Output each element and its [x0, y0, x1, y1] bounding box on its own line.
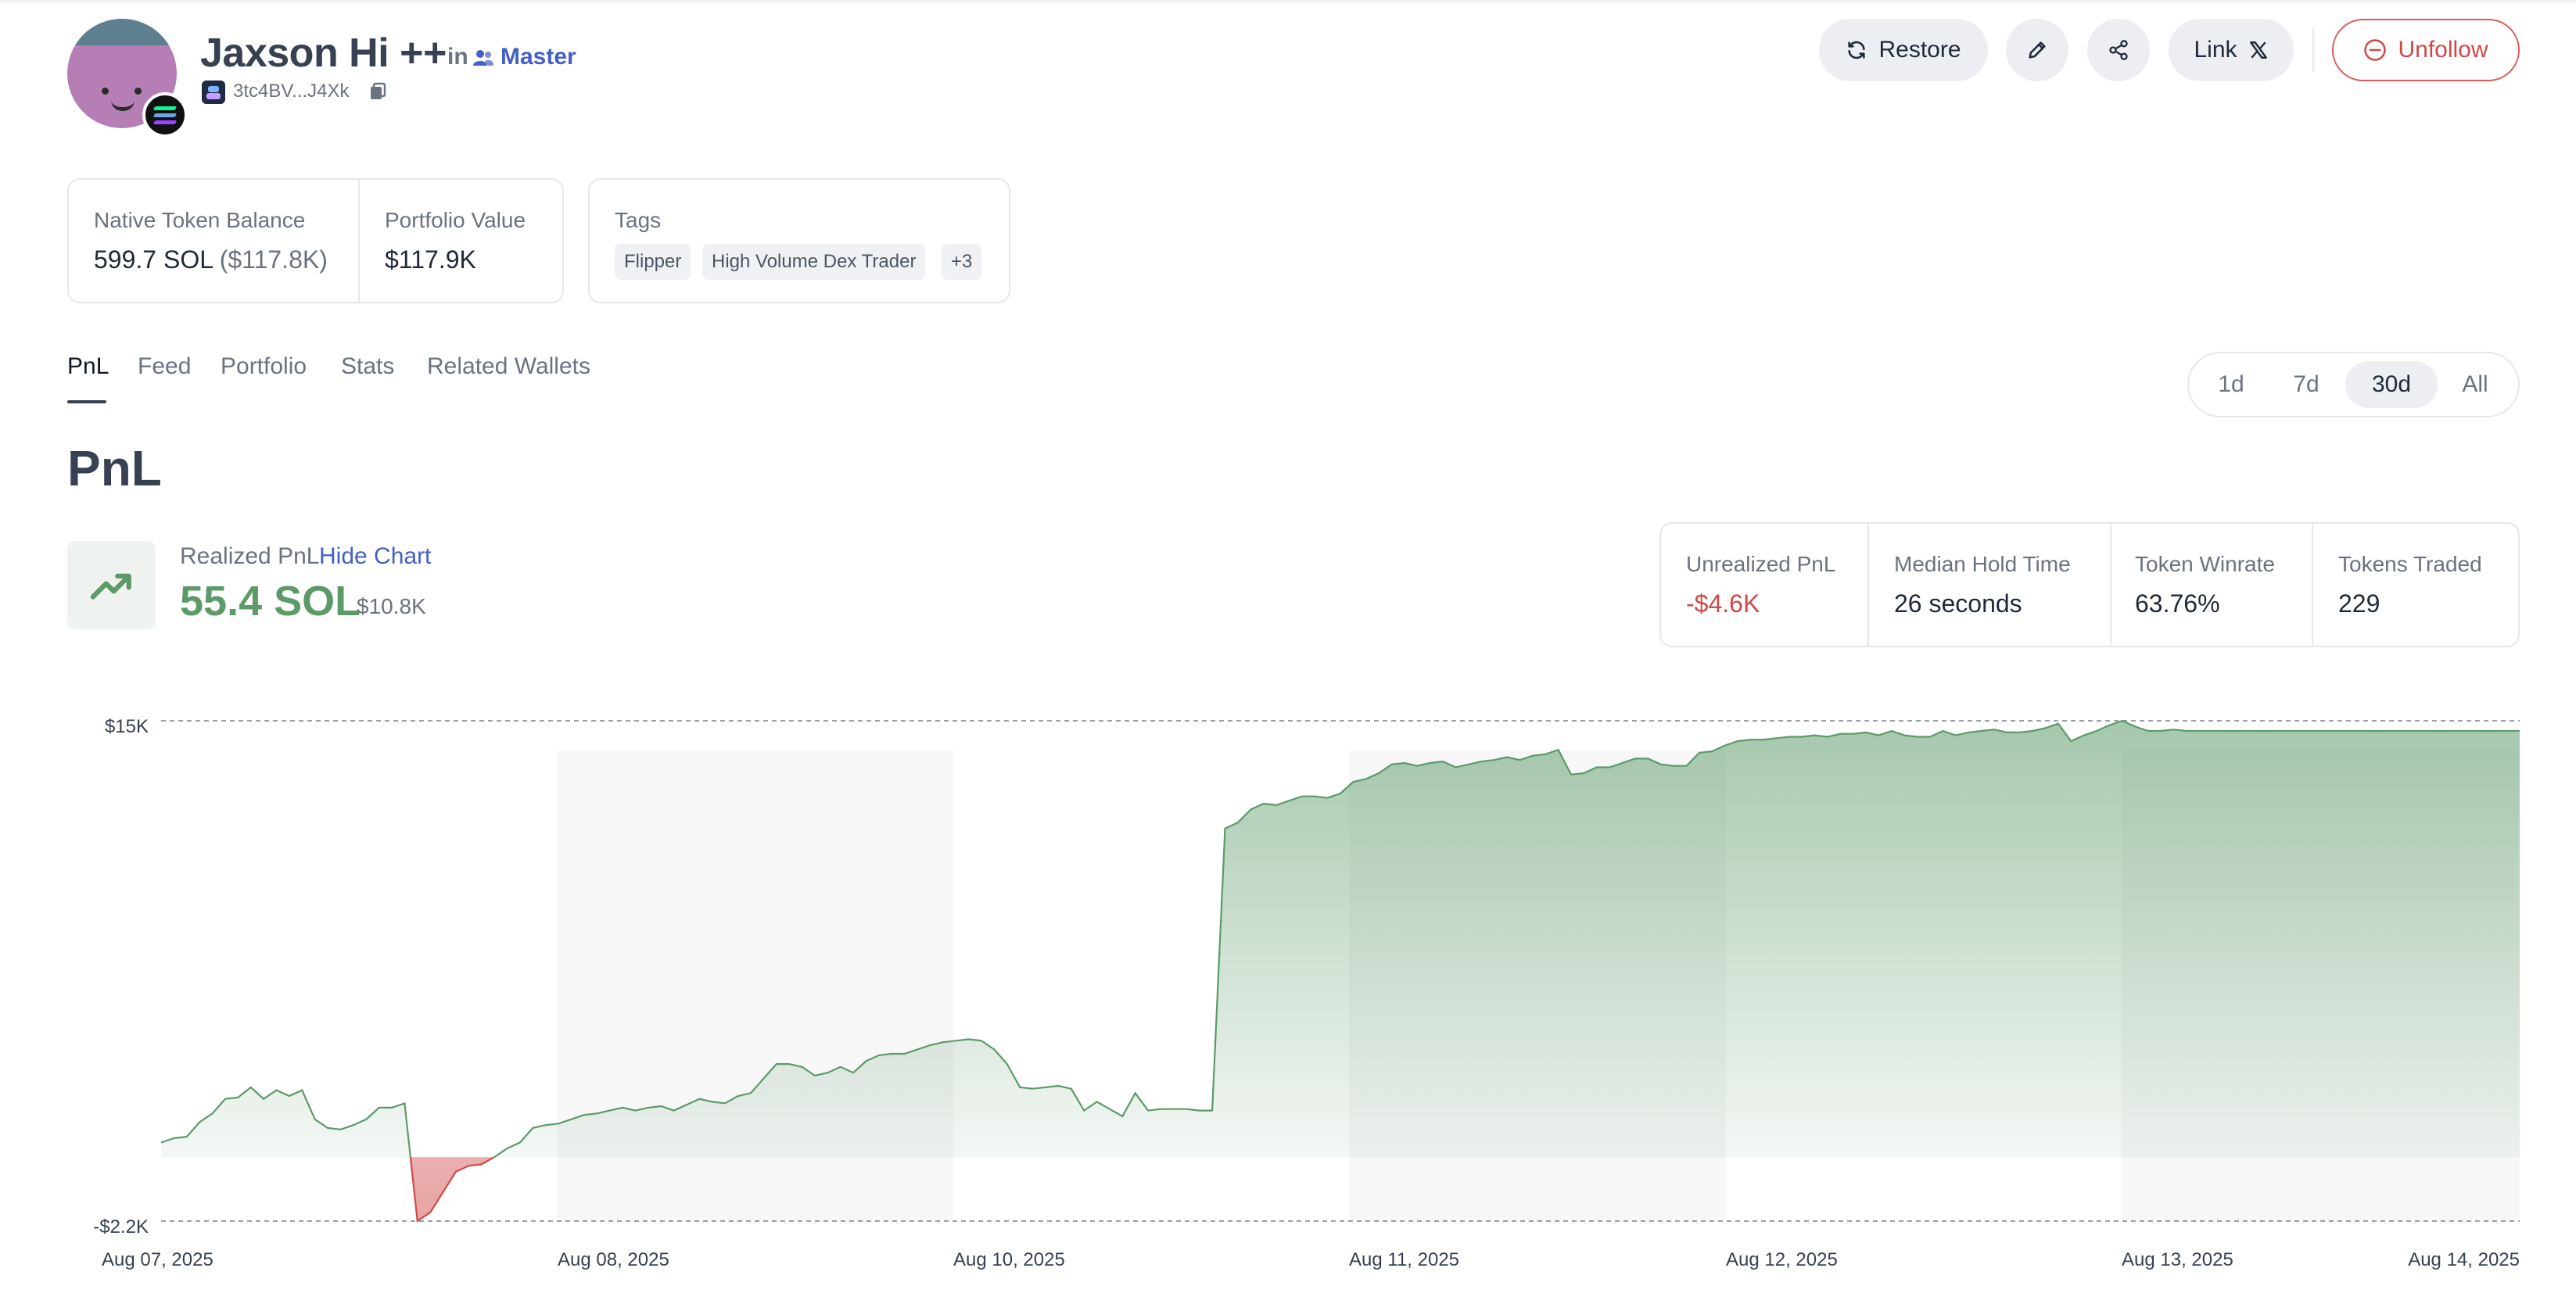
range-1d[interactable]: 1d — [2197, 361, 2266, 408]
avatar-hat — [67, 19, 177, 45]
x-tick-label: Aug 08, 2025 — [558, 1249, 669, 1270]
stat-divider — [2110, 524, 2111, 646]
link-x-button[interactable]: Link — [2169, 19, 2294, 81]
group-icon — [473, 50, 494, 66]
pnl-positive-area — [161, 721, 2520, 1158]
unrealized-pnl-value: -$4.6K — [1686, 589, 1760, 618]
median-hold-time-label: Median Hold Time — [1894, 552, 2071, 576]
tab-portfolio[interactable]: Portfolio — [221, 353, 307, 380]
tab-feed[interactable]: Feed — [138, 353, 191, 380]
tokens-traded-value: 229 — [2338, 589, 2380, 618]
wallet-address: 3tc4BV...J4Xk — [233, 81, 350, 102]
unfollow-label: Unfollow — [2398, 37, 2488, 63]
copy-icon[interactable] — [369, 82, 386, 101]
stat-divider — [2312, 524, 2313, 646]
token-winrate-value: 63.76% — [2135, 589, 2220, 618]
range-all[interactable]: All — [2441, 361, 2510, 408]
restore-label: Restore — [1878, 37, 1961, 63]
y-tick-label: -$2.2K — [93, 1216, 149, 1237]
solana-icon — [142, 92, 188, 138]
tab-related-wallets[interactable]: Related Wallets — [427, 353, 590, 380]
stats-card: Unrealized PnL -$4.6K Median Hold Time 2… — [1659, 522, 2520, 647]
header-divider — [2312, 28, 2314, 72]
tokens-traded-label: Tokens Traded — [2338, 552, 2482, 576]
unfollow-button[interactable]: Unfollow — [2332, 19, 2520, 81]
wallet-name: Jaxson Hi ++ — [200, 30, 447, 76]
avatar-right-eye — [135, 88, 142, 95]
pencil-icon — [2029, 41, 2046, 59]
x-tick-label: Aug 11, 2025 — [1349, 1249, 1459, 1270]
x-tick-label: Aug 07, 2025 — [102, 1249, 213, 1270]
section-title: PnL — [67, 440, 162, 496]
x-tick-label: Aug 12, 2025 — [1726, 1249, 1838, 1270]
native-balance-usd: ($117.8K) — [219, 245, 328, 274]
tags-label: Tags — [615, 208, 662, 232]
x-tick-label: Aug 10, 2025 — [953, 1249, 1065, 1270]
card-divider — [358, 180, 360, 302]
realized-pnl-label: Realized PnL — [180, 543, 320, 569]
tab-pnl[interactable]: PnL — [67, 353, 109, 380]
share-button[interactable] — [2087, 19, 2150, 81]
range-7d[interactable]: 7d — [2270, 361, 2342, 408]
hide-chart-link[interactable]: Hide Chart — [319, 543, 431, 570]
x-tick-label: Aug 14, 2025 — [2408, 1249, 2520, 1270]
group-in-label: in — [447, 44, 468, 70]
tab-stats[interactable]: Stats — [341, 353, 394, 380]
realized-pnl-usd: $10.8K — [357, 594, 426, 618]
edit-button[interactable] — [2006, 19, 2068, 81]
stat-divider — [1867, 524, 1869, 646]
restore-button[interactable]: Restore — [1819, 19, 1988, 81]
x-tick-label: Aug 13, 2025 — [2122, 1249, 2233, 1270]
portfolio-value: $117.9K — [385, 245, 476, 274]
token-winrate-label: Token Winrate — [2135, 552, 2275, 576]
avatar-mouth — [111, 100, 135, 111]
time-range-selector: 1d 7d 30d All — [2187, 352, 2520, 417]
tag-chip: Flipper — [615, 244, 691, 280]
x-logo-icon — [2249, 41, 2267, 59]
pnl-area-chart[interactable]: $15K -$2.2K Aug 07, 2025 Aug 08, 2025 Aug 10… — [0, 704, 2576, 1293]
native-balance-label: Native Token Balance — [94, 208, 306, 232]
native-balance-value: 599.7 SOL ($117.8K) — [94, 245, 328, 274]
median-hold-time-value: 26 seconds — [1894, 589, 2022, 618]
unrealized-pnl-label: Unrealized PnL — [1686, 552, 1836, 576]
minus-circle-icon — [2364, 39, 2387, 61]
native-balance-sol: 599.7 SOL — [94, 245, 213, 274]
wallet-identicon-icon — [202, 81, 225, 104]
group-link[interactable]: Master — [500, 44, 576, 70]
balance-card: Native Token Balance 599.7 SOL ($117.8K)… — [67, 178, 564, 303]
realized-pnl-value: 55.4 SOL — [180, 578, 361, 625]
tag-more-chip[interactable]: +3 — [942, 244, 982, 280]
tags-card: Tags Flipper High Volume Dex Trader +3 — [588, 178, 1010, 303]
trending-up-icon — [67, 541, 156, 629]
link-label: Link — [2194, 37, 2237, 63]
share-icon — [2109, 40, 2128, 60]
y-tick-label: $15K — [105, 716, 149, 737]
avatar-left-eye — [102, 88, 109, 95]
range-30d[interactable]: 30d — [2345, 361, 2438, 408]
refresh-icon — [1848, 41, 1866, 59]
top-border — [0, 0, 2576, 2]
tag-chip: High Volume Dex Trader — [702, 244, 926, 280]
portfolio-value-label: Portfolio Value — [385, 208, 526, 232]
active-tab-indicator — [67, 400, 106, 403]
